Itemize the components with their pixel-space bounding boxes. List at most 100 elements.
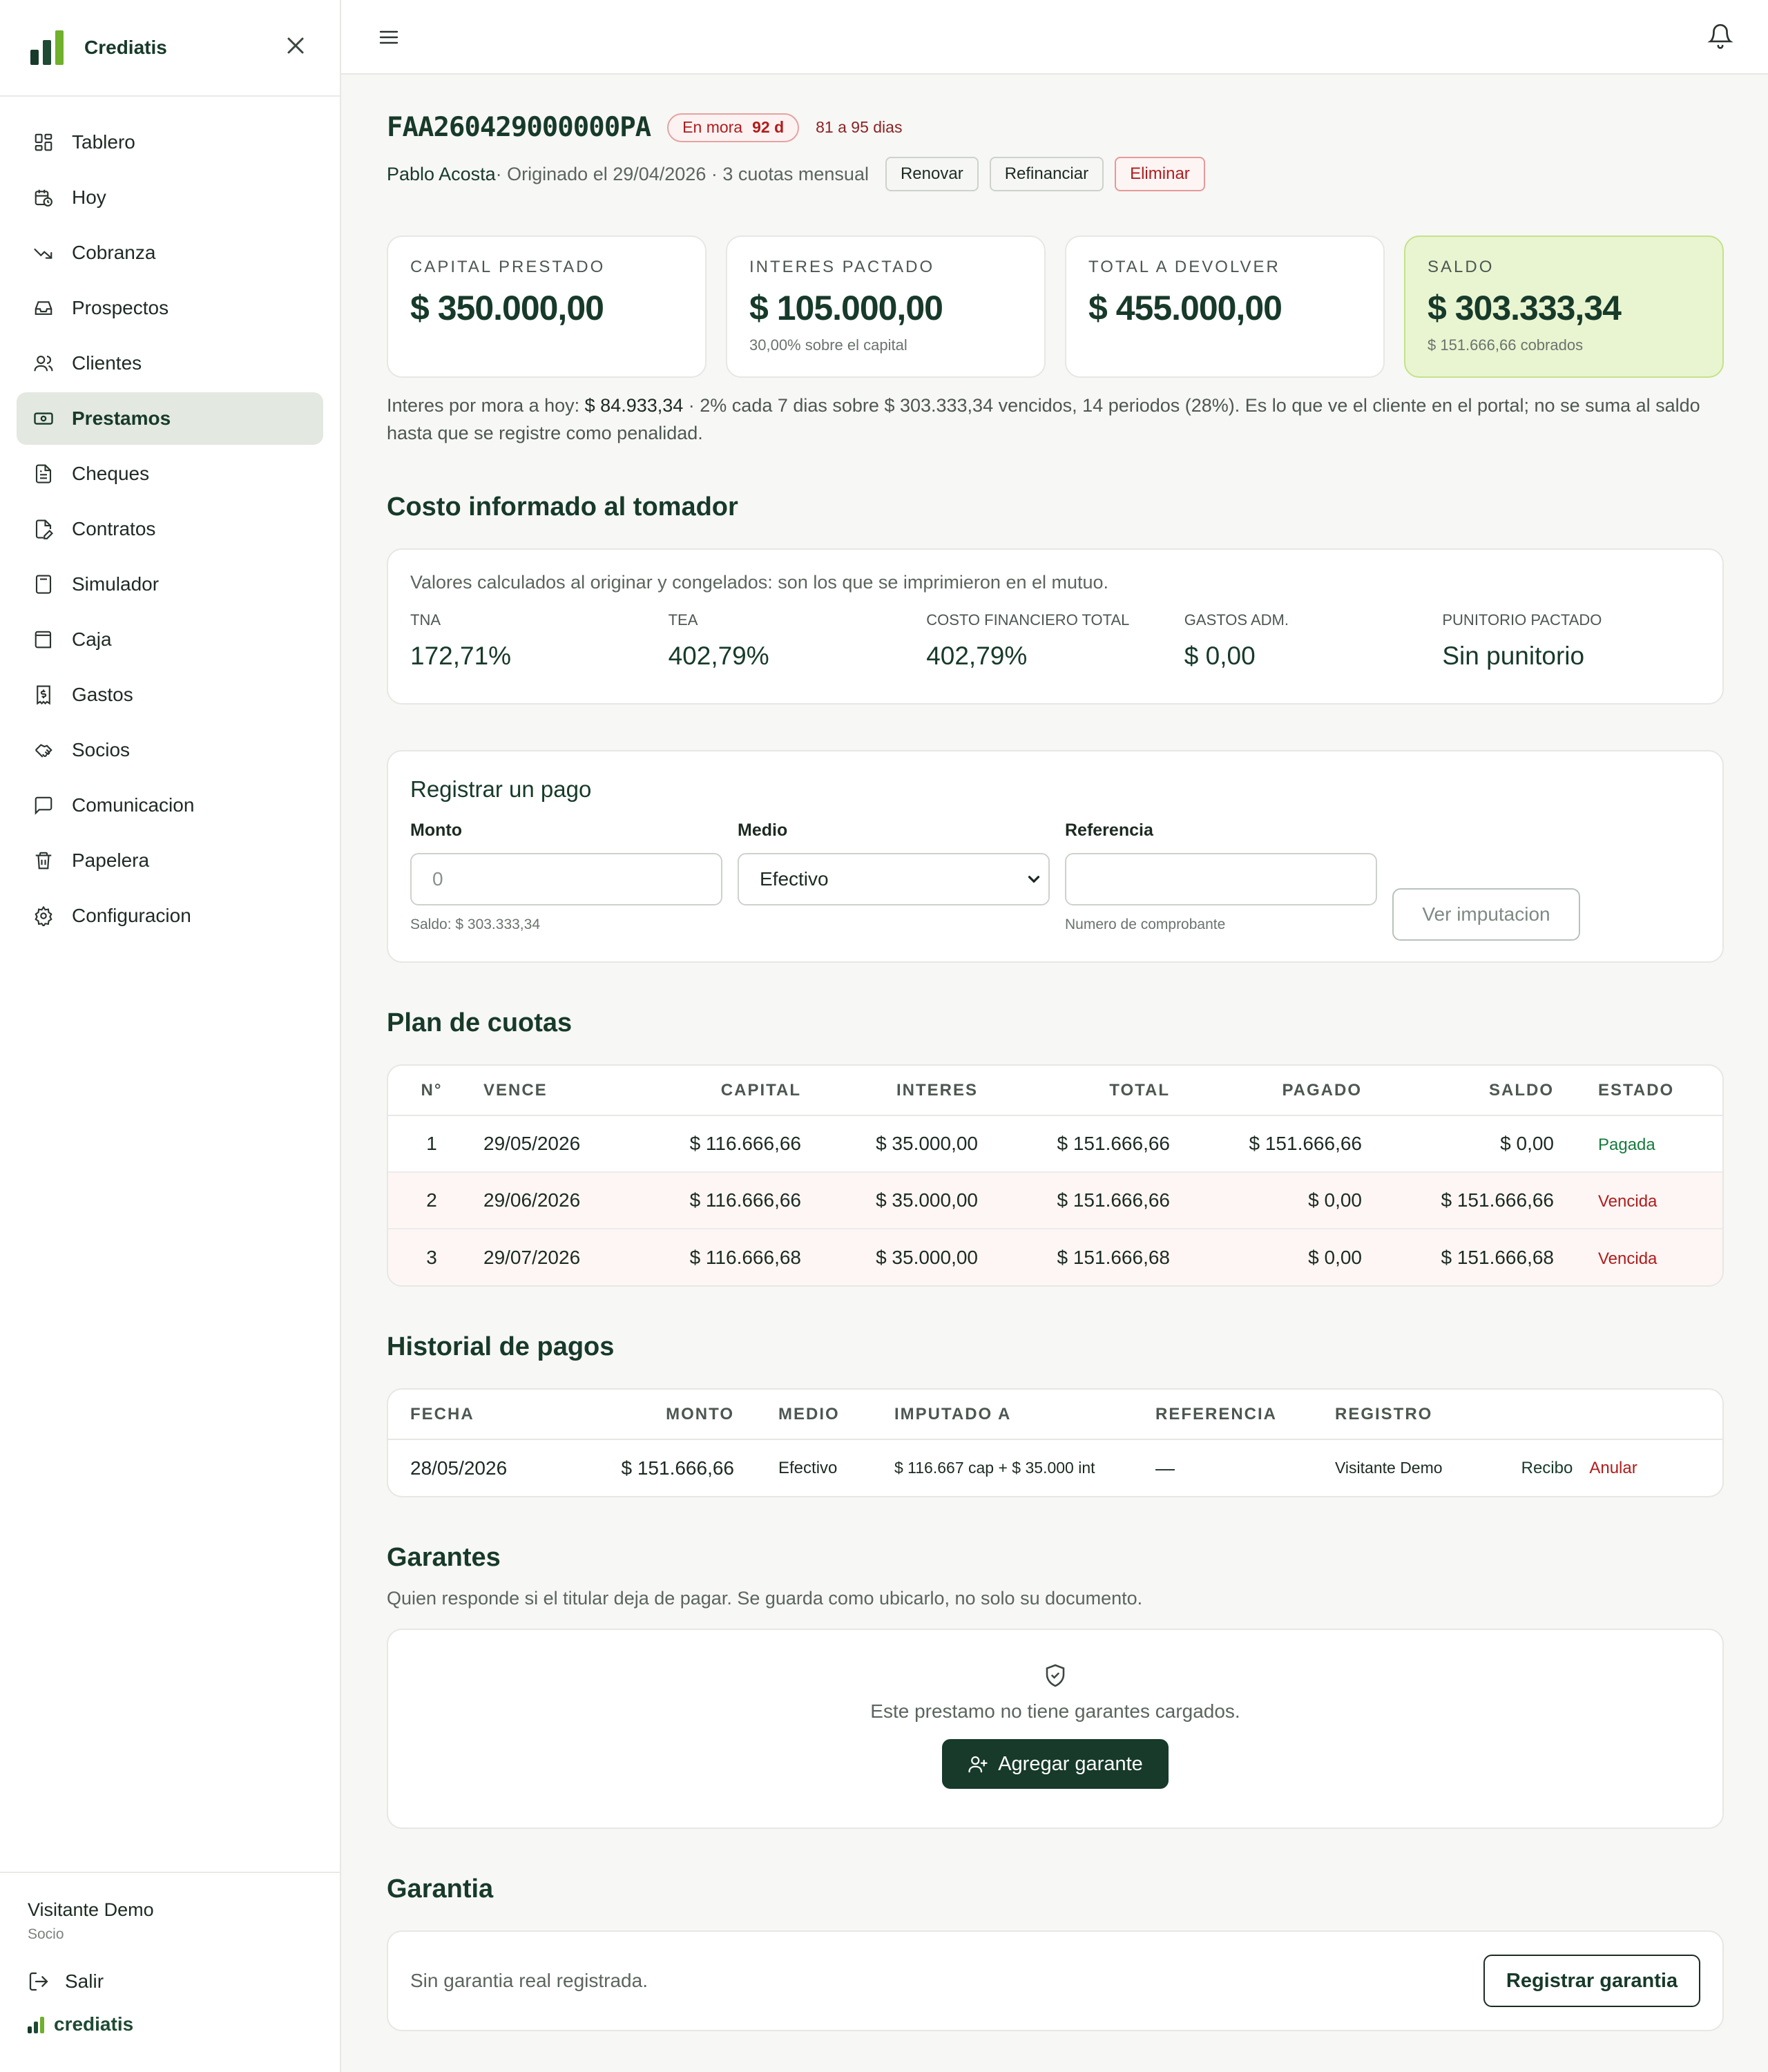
method-label: Medio [738,821,788,840]
preview-allocation-button[interactable]: Ver imputacion [1392,888,1580,941]
inbox-icon [35,301,52,315]
col-balance: SALDO [1362,1066,1554,1116]
table-row[interactable]: 2 29/06/2026 $ 116.666,66 $ 35.000,00 $ … [388,1172,1722,1229]
sidebar-item-clientes[interactable]: Clientes [17,337,323,390]
delete-button[interactable]: Eliminar [1115,157,1205,191]
sidebar-item-contratos[interactable]: Contratos [17,503,323,555]
table-row[interactable]: 28/05/2026 $ 151.666,66 Efectivo $ 116.6… [388,1439,1722,1496]
sidebar-item-socios[interactable]: Socios [17,724,323,776]
reference-hint: Numero de comprobante [1065,917,1226,932]
cost-card: Valores calculados al originar y congela… [387,548,1724,704]
user-name: Visitante Demo [28,1899,154,1920]
sidebar-item-configuracion[interactable]: Configuracion [17,890,323,942]
calendar-clock-icon [35,189,52,207]
cell-total: $ 151.666,66 [978,1172,1170,1229]
stat-card-balance: SALDO $ 303.333,34 $ 151.666,66 cobrados [1404,236,1724,378]
file-edit-icon [35,519,54,539]
register-collateral-button[interactable]: Registrar garantia [1483,1955,1700,2007]
add-guarantor-button[interactable]: Agregar garante [942,1739,1169,1789]
sidebar-item-label: Prospectos [72,297,169,318]
status-badge: En mora 92 d [667,113,800,142]
stat-label: CAPITAL PRESTADO [410,258,606,276]
topbar [341,0,1768,75]
receipt-link[interactable]: Recibo [1521,1459,1573,1477]
status-overdue: Vencida [1598,1249,1658,1268]
sidebar-item-label: Contratos [72,518,156,539]
client-name[interactable]: Pablo Acosta [387,164,496,185]
sidebar-item-prospectos[interactable]: Prospectos [17,282,323,334]
reference-label: Referencia [1065,821,1153,840]
settings-icon [35,905,52,926]
cost-value: 402,79% [926,642,1028,670]
sidebar-item-cobranza[interactable]: Cobranza [17,227,323,279]
loan-title-row: FAA260429000000PA En mora 92 d 81 a 95 di… [387,112,1724,143]
table-row[interactable]: 1 29/05/2026 $ 116.666,66 $ 35.000,00 $ … [388,1115,1722,1173]
loan-meta: · Originado el 29/04/2026 · 3 cuotas men… [495,163,869,184]
cost-item-cft: COSTO FINANCIERO TOTAL 402,79% [926,611,1184,671]
cell-reference: — [1155,1457,1175,1479]
refinance-button[interactable]: Refinanciar [989,157,1104,191]
sidebar-item-prestamos[interactable]: Prestamos [17,392,323,445]
table-row[interactable]: 3 29/07/2026 $ 116.666,68 $ 35.000,00 $ … [388,1229,1722,1285]
renew-button[interactable]: Renovar [885,157,979,191]
late-interest-prefix: Interes por mora a hoy: [387,395,585,416]
cell-paid: $ 0,00 [1170,1172,1362,1229]
cell-capital: $ 116.666,66 [635,1115,801,1173]
bell-icon[interactable] [1707,22,1733,50]
sidebar-item-label: Cobranza [72,242,156,263]
col-method: MEDIO [734,1390,856,1440]
logo-icon [30,30,64,65]
dashboard-icon [35,133,52,151]
cost-value: Sin punitorio [1442,642,1585,670]
footer-brand-name: crediatis [54,2013,134,2035]
logout-button[interactable]: Salir [28,1970,312,1993]
void-link[interactable]: Anular [1589,1459,1637,1477]
cost-note: Valores calculados al originar y congela… [410,572,1109,593]
sidebar-item-comunicacion[interactable]: Comunicacion [17,779,323,832]
sidebar: Crediatis Tablero Hoy Cobranza Prospecto… [0,0,341,2072]
menu-icon[interactable] [377,26,401,48]
stat-value: $ 105.000,00 [749,289,943,327]
cost-label: TEA [668,611,698,629]
col-registered-by: REGISTRO [1335,1390,1521,1440]
cell-registered-by: Visitante Demo [1335,1459,1443,1477]
handshake-icon [35,744,52,758]
cost-label: COSTO FINANCIERO TOTAL [926,611,1130,629]
stat-label: TOTAL A DEVOLVER [1088,258,1280,276]
cell-status: Vencida [1554,1229,1722,1285]
sidebar-item-simulador[interactable]: Simulador [17,558,323,611]
stat-card-interest: INTERES PACTADO $ 105.000,00 30,00% sobre … [726,236,1046,378]
sidebar-item-caja[interactable]: Caja [17,613,323,666]
sidebar-item-tablero[interactable]: Tablero [17,116,323,169]
cell-capital: $ 116.666,68 [635,1229,801,1285]
sidebar-item-cheques[interactable]: Cheques [17,448,323,500]
reference-field-group: Referencia Numero de comprobante [1065,821,1377,933]
guarantors-empty: Este prestamo no tiene garantes cargados… [870,1700,1240,1722]
cell-total: $ 151.666,66 [978,1115,1170,1173]
cell-paid: $ 0,00 [1170,1229,1362,1285]
cost-value: 402,79% [668,642,769,670]
amount-label: Monto [410,821,462,840]
plan-section-title: Plan de cuotas [387,1008,573,1037]
loan-detail: FAA260429000000PA En mora 92 d 81 a 95 di… [387,75,1724,2031]
add-guarantor-label: Agregar garante [998,1752,1143,1775]
chevron-down-icon [1028,876,1040,883]
cost-item-penalty: PUNITORIO PACTADO Sin punitorio [1442,611,1700,671]
file-text-icon [35,464,52,483]
sidebar-item-papelera[interactable]: Papelera [17,834,323,887]
cell-balance: $ 0,00 [1362,1115,1554,1173]
user-plus-icon [968,1756,988,1773]
user-role: Socio [28,1926,64,1942]
sidebar-item-label: Comunicacion [72,794,195,816]
stat-value: $ 303.333,34 [1428,289,1622,327]
amount-input[interactable]: 0 [410,853,722,905]
sidebar-item-hoy[interactable]: Hoy [17,171,323,224]
close-icon[interactable] [282,32,309,59]
reference-input[interactable] [1065,853,1377,905]
table-header-row: N° VENCE CAPITAL INTERES TOTAL PAGADO SA… [388,1066,1722,1116]
cell-status: Pagada [1554,1115,1722,1173]
cell-due: 29/07/2026 [475,1229,635,1285]
guarantors-subtitle: Quien responde si el titular deja de pag… [387,1588,1143,1609]
method-select[interactable]: Efectivo [738,853,1050,905]
sidebar-item-gastos[interactable]: Gastos [17,669,323,721]
